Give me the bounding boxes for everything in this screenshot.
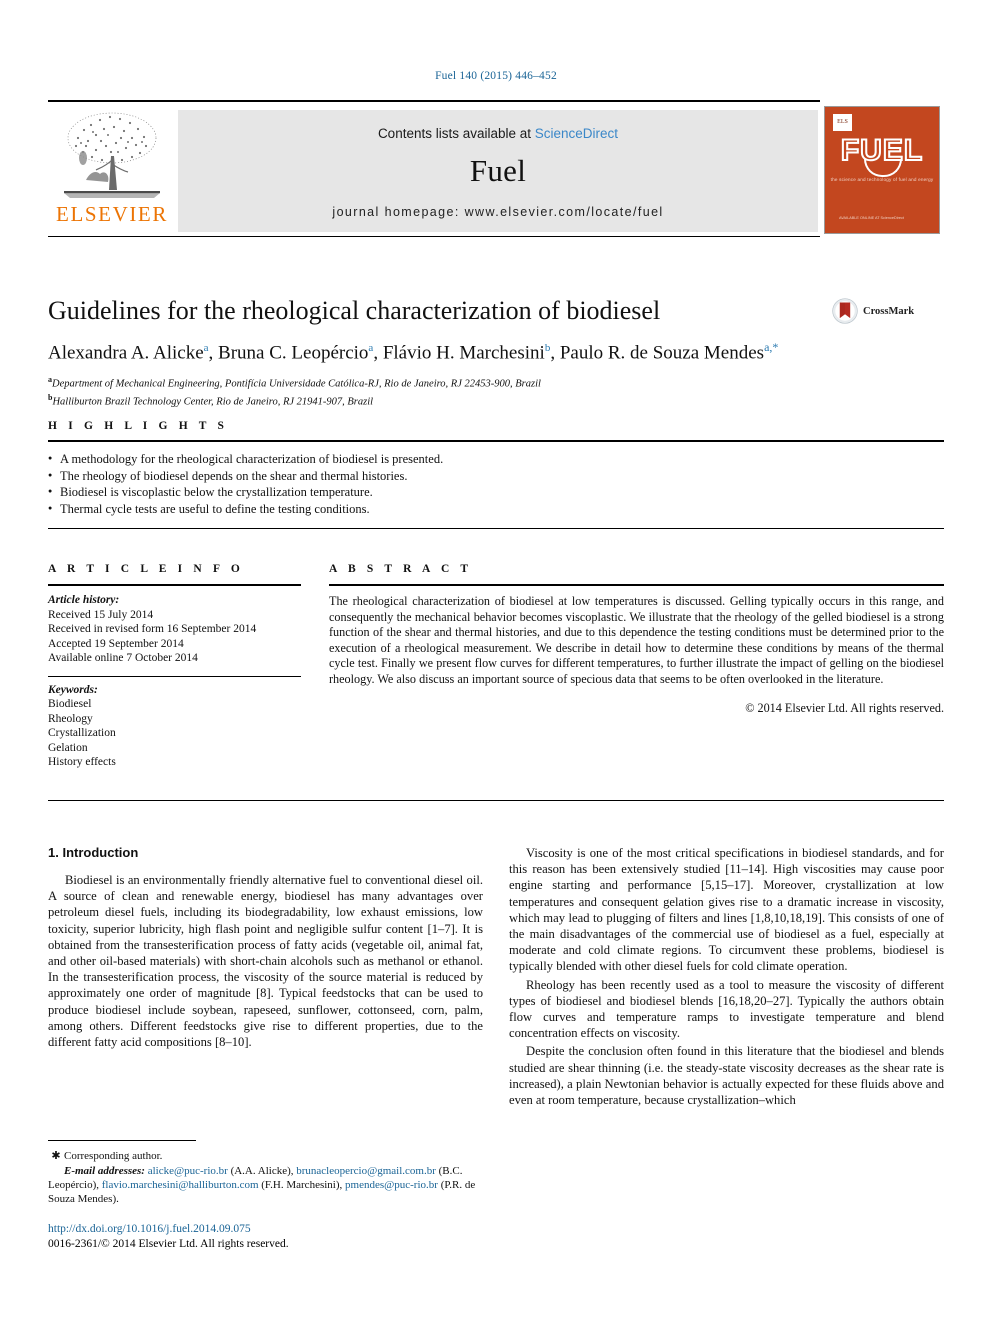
abstract-text: The rheological characterization of biod… [329, 594, 944, 686]
crossmark-icon [832, 298, 858, 324]
masthead-bottom-rule [48, 236, 820, 237]
page-title: Guidelines for the rheological character… [48, 296, 661, 325]
footnote-rule [48, 1140, 196, 1141]
elsevier-wordmark: ELSEVIER [56, 202, 168, 226]
elsevier-tree-icon [64, 112, 160, 198]
author-affiliation-mark: b [544, 341, 551, 354]
doi-block: http://dx.doi.org/10.1016/j.fuel.2014.09… [48, 1222, 483, 1251]
footnote-block: ✱ Corresponding author. E-mail addresses:… [48, 1140, 483, 1251]
doi-link[interactable]: http://dx.doi.org/10.1016/j.fuel.2014.09… [48, 1222, 483, 1237]
keyword-item: Biodiesel [48, 698, 92, 710]
paragraph-text: Biodiesel is an environmentally friendly… [48, 873, 483, 1050]
list-item: Biodiesel is viscoplastic below the crys… [48, 483, 944, 501]
paragraph-text: Rheology has been recently used as a too… [509, 977, 944, 1041]
keywords-rule [48, 675, 301, 677]
keyword-item: History effects [48, 756, 116, 768]
email-link[interactable]: pmendes@puc-rio.br [345, 1179, 438, 1191]
crossmark-label: CrossMark [863, 305, 915, 317]
contents-box: Contents lists available at ScienceDirec… [178, 110, 818, 232]
cover-subtitle: the science and technology of fuel and e… [830, 177, 934, 182]
cover-footer-text: AVAILABLE ONLINE AT ScienceDirect [839, 216, 904, 220]
paragraph: Viscosity is one of the most critical sp… [509, 845, 944, 975]
paragraph-text: Despite the conclusion often found in th… [509, 1044, 944, 1108]
journal-cover-thumbnail[interactable]: ELS FUEL the science and technology of f… [824, 106, 940, 234]
highlights-list: A methodology for the rheological charac… [48, 450, 944, 518]
keywords-block: Keywords: Biodiesel Rheology Crystalliza… [48, 683, 301, 770]
corresponding-author-text: Corresponding author. [64, 1150, 163, 1162]
crossmark-badge[interactable]: CrossMark [832, 298, 940, 324]
email-addresses: E-mail addresses: alicke@puc-rio.br (A.A… [48, 1165, 476, 1205]
masthead-top-rule [48, 100, 820, 102]
author-affiliation-mark: a,* [764, 339, 779, 354]
email-label: E-mail addresses: [64, 1165, 145, 1177]
title-block: Guidelines for the rheological character… [48, 296, 818, 408]
affiliation-item: aDepartment of Mechanical Engineering, P… [48, 375, 541, 390]
highlights-section: H I G H L I G H T S A methodology for th… [48, 420, 944, 529]
sciencedirect-link[interactable]: ScienceDirect [535, 126, 618, 141]
email-owner: (A.A. Alicke) [230, 1165, 291, 1177]
email-owner: (F.H. Marchesini) [261, 1179, 340, 1191]
list-item: A methodology for the rheological charac… [48, 450, 944, 468]
article-info-rule [48, 584, 301, 586]
abstract-column: A B S T R A C T The rheological characte… [329, 563, 944, 770]
right-column: Viscosity is one of the most critical sp… [509, 845, 944, 1265]
history-item: Available online 7 October 2014 [48, 652, 198, 664]
running-head: Fuel 140 (2015) 446–452 [435, 70, 557, 82]
article-info-heading: A R T I C L E I N F O [48, 563, 244, 575]
contents-available-line: Contents lists available at ScienceDirec… [178, 110, 818, 141]
email-link[interactable]: flavio.marchesini@halliburton.com [102, 1179, 259, 1191]
section-title-introduction: 1. Introduction [48, 845, 139, 860]
paragraph: Despite the conclusion often found in th… [509, 1043, 944, 1108]
highlights-heading: H I G H L I G H T S [48, 420, 229, 432]
abstract-bottom-rule [48, 800, 944, 801]
history-item: Received 15 July 2014 [48, 608, 154, 621]
author-list: Alexandra A. Alickea, Bruna C. Leopércio… [48, 339, 779, 364]
highlights-top-rule [48, 440, 944, 442]
info-abstract-section: A R T I C L E I N F O Article history: R… [48, 563, 944, 770]
affiliation-item: bHalliburton Brazil Technology Center, R… [48, 392, 374, 408]
highlights-bottom-rule [48, 528, 944, 529]
contents-prefix: Contents lists available at [377, 126, 535, 141]
paragraph: Rheology has been recently used as a too… [509, 977, 944, 1042]
affiliation-list: aDepartment of Mechanical Engineering, P… [48, 373, 818, 408]
abstract-heading: A B S T R A C T [329, 563, 473, 575]
keyword-item: Rheology [48, 712, 93, 725]
asterisk-icon: ✱ [51, 1150, 61, 1162]
cover-publisher-badge: ELS [833, 114, 852, 131]
history-item: Received in revised form 16 September 20… [48, 623, 257, 635]
author-affiliation-mark: a [368, 341, 374, 354]
corresponding-author-note: ✱ Corresponding author. [48, 1149, 483, 1163]
keyword-item: Crystallization [48, 727, 116, 739]
paragraph-text: Viscosity is one of the most critical sp… [509, 846, 944, 974]
keyword-item: Gelation [48, 741, 88, 754]
list-item: The rheology of biodiesel depends on the… [48, 467, 944, 485]
history-item: Accepted 19 September 2014 [48, 637, 184, 650]
journal-title: Fuel [469, 153, 527, 188]
cover-swoosh-graphic [864, 159, 902, 177]
paragraph: Biodiesel is an environmentally friendly… [48, 872, 483, 1050]
keywords-label: Keywords: [48, 683, 98, 696]
journal-masthead: ELSEVIER Contents lists available at Sci… [48, 100, 944, 238]
article-info-column: A R T I C L E I N F O Article history: R… [48, 563, 301, 770]
abstract-copyright: © 2014 Elsevier Ltd. All rights reserved… [745, 700, 944, 715]
list-item: Thermal cycle tests are useful to define… [48, 500, 944, 518]
elsevier-logo: ELSEVIER [50, 108, 174, 234]
email-link[interactable]: alicke@puc-rio.br [148, 1165, 228, 1177]
affiliation-text: Department of Mechanical Engineering, Po… [52, 378, 541, 390]
issn-copyright: 0016-2361/© 2014 Elsevier Ltd. All right… [48, 1237, 289, 1250]
article-history-block: Article history: Received 15 July 2014 R… [48, 593, 301, 666]
author-affiliation-mark: a [203, 341, 209, 354]
journal-homepage[interactable]: journal homepage: www.elsevier.com/locat… [178, 205, 818, 219]
abstract-rule [329, 584, 944, 586]
article-history-label: Article history: [48, 594, 120, 606]
email-link[interactable]: brunacleopercio@gmail.com.br [296, 1165, 436, 1177]
affiliation-text: Halliburton Brazil Technology Center, Ri… [52, 396, 374, 408]
article-page: Fuel 140 (2015) 446–452 ELSEVIER Content… [0, 0, 992, 1323]
